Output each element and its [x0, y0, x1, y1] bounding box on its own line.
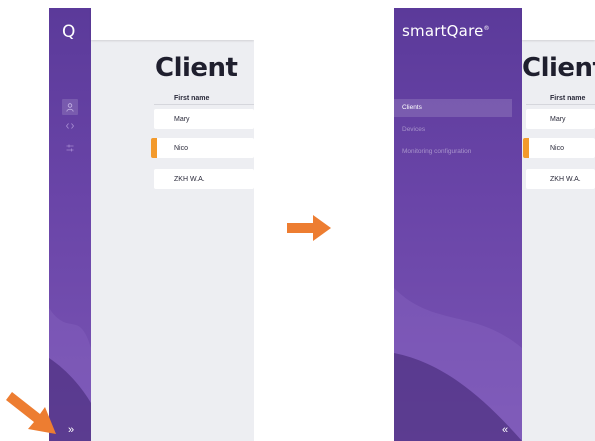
main-content-after: Clients First name Mary Nico ZKH W.A. [522, 8, 595, 441]
table-row-selected[interactable]: Nico [151, 138, 254, 158]
client-first-name: ZKH W.A. [550, 176, 581, 183]
sidebar-waves [49, 308, 91, 441]
client-first-name: Mary [550, 116, 566, 123]
table-row[interactable]: ZKH W.A. [526, 169, 595, 189]
user-icon [66, 102, 74, 112]
client-first-name: ZKH W.A. [174, 176, 205, 183]
selection-accent [523, 138, 529, 158]
sidebar-item-devices[interactable]: Devices [394, 121, 512, 139]
screenshot-after: smartQare® Clients Devices Monitoring co… [394, 8, 595, 441]
app-logo[interactable]: smartQare® [402, 22, 490, 40]
column-header-first-name[interactable]: First name [174, 95, 209, 102]
pointer-arrow-icon [6, 392, 56, 434]
sidebar-item-monitoring-configuration[interactable]: Monitoring configuration [394, 143, 512, 161]
table-row[interactable]: ZKH W.A. [154, 169, 254, 189]
nav-devices-icon-button[interactable] [62, 118, 78, 134]
client-first-name: Mary [174, 116, 190, 123]
sidebar-collapsed: Q » [49, 8, 91, 441]
sidebar-expanded: smartQare® Clients Devices Monitoring co… [394, 8, 522, 441]
top-bar [91, 8, 254, 40]
screenshot-before: Q » Client First name Mary Nico ZKH W.A. [49, 8, 254, 441]
app-logo-collapsed[interactable]: Q [62, 22, 75, 42]
nav-clients-icon-button[interactable] [62, 99, 78, 115]
table-row[interactable]: Mary [526, 109, 595, 129]
transition-arrow-icon [287, 215, 331, 241]
logo-registered-mark: ® [483, 25, 490, 32]
client-first-name: Nico [550, 145, 565, 152]
header-divider [154, 104, 254, 105]
nav-monitoring-icon-button[interactable] [62, 140, 78, 156]
header-divider [526, 104, 595, 105]
top-bar [522, 8, 595, 40]
logo-wordmark: smartQare [402, 22, 484, 40]
page-title: Client [155, 53, 238, 83]
table-row-selected[interactable]: Nico [523, 138, 595, 158]
column-header-first-name[interactable]: First name [550, 95, 585, 102]
sidebar-item-clients[interactable]: Clients [394, 99, 512, 117]
sliders-icon [66, 144, 74, 152]
table-row[interactable]: Mary [154, 109, 254, 129]
sidebar-waves [394, 288, 522, 441]
expand-sidebar-button[interactable]: » [64, 424, 78, 436]
collapse-sidebar-button[interactable]: « [498, 424, 512, 436]
selection-accent [151, 138, 157, 158]
page-title: Clients [522, 53, 595, 83]
client-first-name: Nico [174, 145, 189, 152]
devices-icon [66, 123, 74, 129]
